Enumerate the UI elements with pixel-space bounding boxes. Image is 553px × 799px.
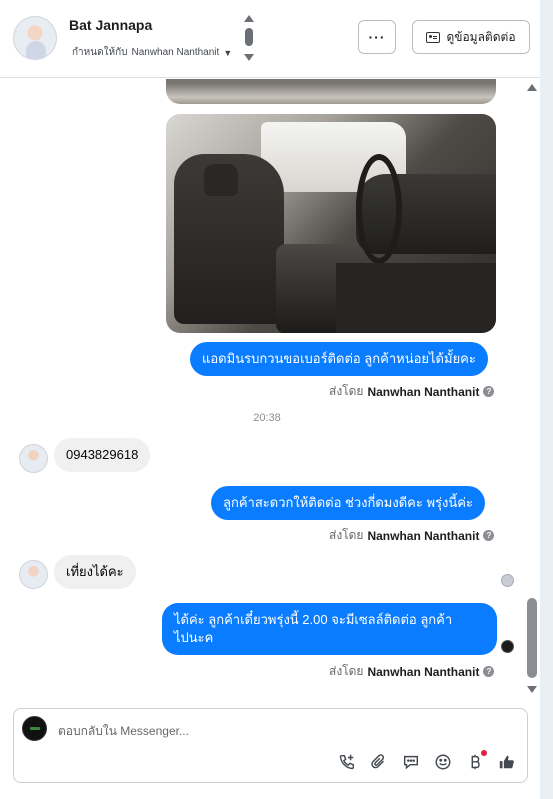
shared-photo[interactable] [166,79,496,104]
reply-input[interactable] [58,721,498,741]
conversation-stepper[interactable] [243,15,255,61]
contact-avatar[interactable] [13,16,57,60]
call-add-icon[interactable] [337,751,357,773]
like-icon[interactable] [497,751,517,773]
contact-name[interactable]: Bat Jannapa [69,17,152,33]
reply-composer [13,708,528,783]
message-bubble-incoming[interactable]: เที่ยงได้คะ [54,555,136,589]
view-contact-info-label: ดูข้อมูลติดต่อ [446,29,516,44]
arrow-up-icon[interactable] [244,15,254,22]
timestamp: 20:38 [253,412,281,424]
seen-indicator-avatar [501,574,514,587]
contact-avatar-small [19,444,48,473]
help-icon[interactable]: ? [483,666,495,677]
message-bubble-incoming[interactable]: 0943829618 [54,438,151,472]
scroll-up-arrow[interactable] [527,84,537,91]
page-avatar [22,716,47,741]
sent-by-label: ส่งโดย Nanwhan Nanthanit ? [329,382,495,401]
conversation-panel: Bat Jannapa กำหนดให้กับ Nanwhan Nanthani… [0,0,540,799]
scrollbar-thumb[interactable] [527,598,537,678]
sent-by-label: ส่งโดย Nanwhan Nanthanit ? [329,662,495,681]
shared-photo-car-interior[interactable] [166,114,496,333]
help-icon[interactable]: ? [483,530,495,541]
message-bubble-outgoing[interactable]: ได้ค่ะ ลูกค้าเดี๋ยวพรุ่งนี้ 2.00 จะมีเซล… [162,603,497,655]
payment-icon[interactable] [465,750,487,773]
delivered-indicator-avatar [501,640,514,653]
conversation-header: Bat Jannapa กำหนดให้กับ Nanwhan Nanthani… [0,0,540,78]
notification-dot [481,750,487,756]
stepper-handle [245,28,253,46]
view-contact-info-button[interactable]: ดูข้อมูลติดต่อ [412,20,530,54]
saved-reply-icon[interactable] [401,751,421,773]
assigned-prefix: กำหนดให้กับ [72,47,128,58]
more-icon: ··· [368,29,386,45]
message-thread: แอดมินรบกวนขอเบอร์ติดต่อ ลูกค้าหน่อยได้ม… [0,79,540,699]
contact-avatar-small [19,560,48,589]
emoji-icon[interactable] [433,751,453,773]
arrow-down-icon[interactable] [244,54,254,61]
caret-down-icon: ▼ [223,47,233,58]
help-icon[interactable]: ? [483,386,495,397]
message-bubble-outgoing[interactable]: ลูกค้าสะดวกให้ติดต่อ ช่วงกี่ดมงดีคะ พรุ่… [211,486,485,520]
message-bubble-outgoing[interactable]: แอดมินรบกวนขอเบอร์ติดต่อ ลูกค้าหน่อยได้ม… [190,342,488,376]
assigned-name: Nanwhan Nanthanit [131,47,220,58]
contact-card-icon [426,31,441,43]
assignee-dropdown[interactable]: กำหนดให้กับ Nanwhan Nanthanit ▼ [72,45,232,60]
composer-toolbar [337,750,517,773]
sent-by-label: ส่งโดย Nanwhan Nanthanit ? [329,526,495,545]
more-options-button[interactable]: ··· [358,20,396,54]
attachment-icon[interactable] [369,751,389,773]
scroll-down-arrow[interactable] [527,686,537,693]
